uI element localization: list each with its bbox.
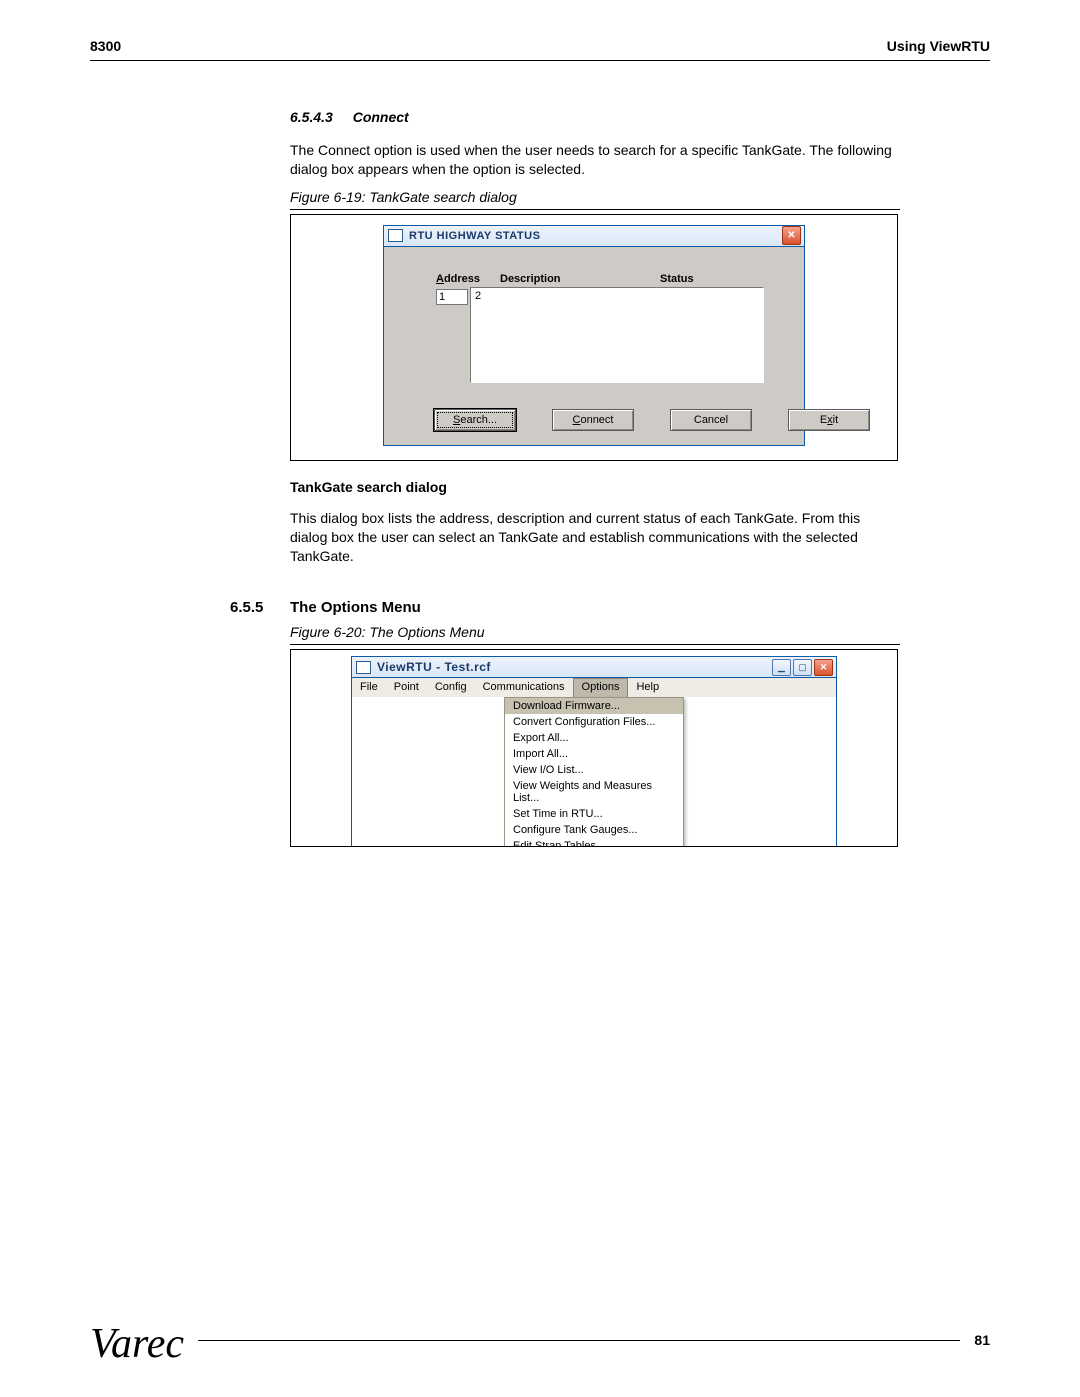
menu-option[interactable]: Set Time in RTU... [505, 806, 683, 822]
dialog-title: RTU HIGHWAY STATUS [409, 230, 782, 242]
section-6543-num: 6.5.4.3 [290, 109, 333, 125]
close-icon[interactable]: ✕ [814, 659, 833, 676]
header-right: Using ViewRTU [887, 38, 990, 54]
section-655-heading: 6.5.5 The Options Menu [230, 599, 990, 616]
figure-6-20-caption: Figure 6-20: The Options Menu [290, 624, 900, 645]
menu-item-communications[interactable]: Communications [475, 678, 573, 697]
options-menu-dropdown: Download Firmware...Convert Configuratio… [504, 697, 684, 846]
section-6543-title: Connect [353, 109, 409, 125]
section-6543-heading: 6.5.4.3 Connect [290, 109, 990, 125]
menu-item-help[interactable]: Help [628, 678, 667, 697]
dialog-titlebar: RTU HIGHWAY STATUS ✕ [383, 225, 805, 246]
menu-bar: FilePointConfigCommunicationsOptionsHelp [351, 678, 837, 697]
menu-option[interactable]: Configure Tank Gauges... [505, 822, 683, 838]
maximize-icon[interactable]: ▢ [793, 659, 812, 676]
menu-option[interactable]: View Weights and Measures List... [505, 778, 683, 806]
menu-option[interactable]: Convert Configuration Files... [505, 714, 683, 730]
header-left: 8300 [90, 38, 121, 54]
section-6543-para: The Connect option is used when the user… [290, 141, 900, 179]
section-655-num: 6.5.5 [230, 599, 290, 616]
menu-item-point[interactable]: Point [386, 678, 427, 697]
label-address: Address [436, 273, 500, 285]
list-item: 2 [475, 290, 481, 302]
tankgate-para: This dialog box lists the address, descr… [290, 509, 900, 566]
menu-option[interactable]: Import All... [505, 746, 683, 762]
menu-item-file[interactable]: File [352, 678, 386, 697]
close-icon[interactable]: ✕ [782, 226, 801, 245]
exit-button[interactable]: Exit [788, 409, 870, 431]
section-655-title: The Options Menu [290, 599, 421, 616]
label-description: Description [500, 273, 660, 285]
cancel-button[interactable]: Cancel [670, 409, 752, 431]
window-titlebar: ViewRTU - Test.rcf ▁ ▢ ✕ [351, 656, 837, 678]
window-icon [356, 661, 371, 674]
figure-6-19: RTU HIGHWAY STATUS ✕ Address Description… [290, 214, 898, 461]
search-button[interactable]: Search... [434, 409, 516, 431]
address-input[interactable] [436, 289, 468, 305]
menu-item-config[interactable]: Config [427, 678, 475, 697]
window-icon [388, 229, 403, 242]
menu-option[interactable]: Edit Strap Tables... [505, 838, 683, 846]
figure-6-19-caption: Figure 6-19: TankGate search dialog [290, 189, 900, 210]
label-status: Status [660, 273, 694, 285]
status-listbox[interactable]: 2 [470, 287, 764, 383]
menu-option[interactable]: Download Firmware... [505, 698, 683, 714]
footer-rule [198, 1340, 960, 1341]
figure-6-20: ViewRTU - Test.rcf ▁ ▢ ✕ FilePointConfig… [290, 649, 898, 847]
window-title: ViewRTU - Test.rcf [377, 660, 772, 674]
menu-option[interactable]: Export All... [505, 730, 683, 746]
menu-option[interactable]: View I/O List... [505, 762, 683, 778]
page-number: 81 [974, 1332, 990, 1348]
connect-button[interactable]: Connect [552, 409, 634, 431]
tankgate-subheading: TankGate search dialog [290, 479, 990, 495]
minimize-icon[interactable]: ▁ [772, 659, 791, 676]
menu-item-options[interactable]: Options [573, 678, 629, 697]
logo: Varec [90, 1332, 184, 1357]
